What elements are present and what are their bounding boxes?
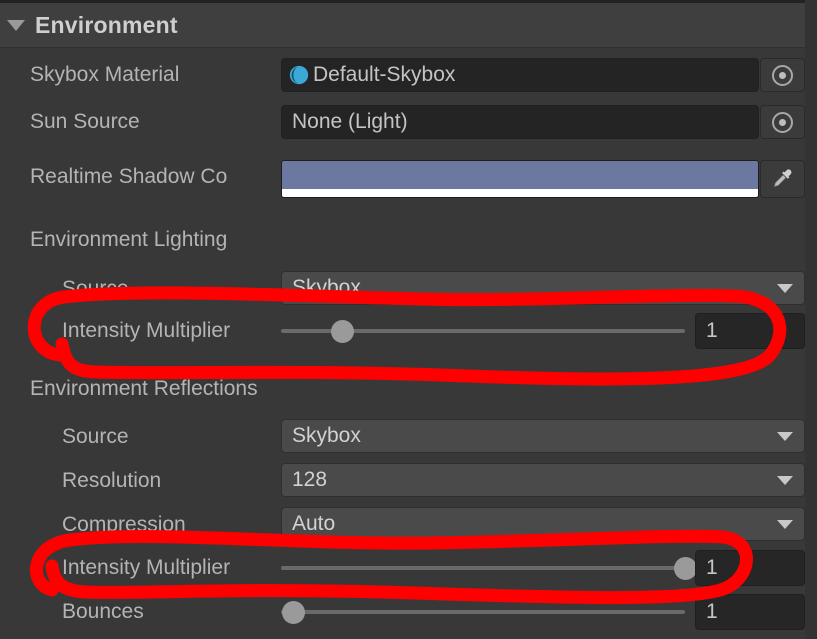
- env-lighting-intensity-number-field[interactable]: 1: [695, 313, 805, 349]
- label-env-lighting-intensity-multiplier: Intensity Multiplier: [62, 319, 231, 342]
- env-reflections-source-dropdown[interactable]: Skybox: [281, 419, 805, 453]
- label-sun-source: Sun Source: [30, 110, 140, 133]
- env-reflections-bounces-value: 1: [706, 600, 718, 623]
- page-title: Environment: [35, 11, 178, 38]
- sun-source-picker-button[interactable]: [760, 105, 805, 139]
- env-reflections-intensity-value: 1: [706, 556, 718, 579]
- env-lighting-intensity-value: 1: [706, 319, 718, 342]
- label-realtime-shadow-color: Realtime Shadow Co: [30, 165, 228, 188]
- color-swatch-alpha-bar: [282, 189, 758, 197]
- env-reflections-bounces-slider[interactable]: [281, 593, 685, 631]
- label-env-reflections-intensity-multiplier: Intensity Multiplier: [62, 556, 231, 579]
- env-lighting-source-dropdown[interactable]: Skybox: [281, 271, 805, 305]
- label-env-reflections-compression: Compression: [62, 513, 186, 536]
- label-env-lighting-source: Source: [62, 277, 129, 300]
- label-env-reflections-bounces: Bounces: [62, 600, 144, 623]
- triangle-down-icon[interactable]: [7, 19, 25, 31]
- slider-track[interactable]: [281, 610, 685, 614]
- sun-source-value: None (Light): [292, 110, 408, 133]
- chevron-down-icon: [777, 519, 793, 529]
- label-env-reflections-resolution: Resolution: [62, 469, 162, 492]
- chevron-down-icon: [777, 283, 793, 293]
- env-reflections-compression-dropdown[interactable]: Auto: [281, 507, 805, 541]
- env-reflections-compression-value: Auto: [292, 512, 336, 535]
- realtime-shadow-color-eyedropper-button[interactable]: [760, 160, 805, 198]
- skybox-material-value: Default-Skybox: [313, 63, 456, 86]
- circle-select-icon: [772, 64, 793, 86]
- panel-right-gutter: [805, 0, 817, 639]
- env-reflections-source-value: Skybox: [292, 424, 361, 447]
- color-swatch-main: [282, 161, 758, 189]
- env-lighting-intensity-slider[interactable]: [281, 312, 685, 350]
- section-label-environment-reflections: Environment Reflections: [30, 377, 258, 400]
- realtime-shadow-color-swatch[interactable]: [281, 160, 759, 198]
- section-label-environment-lighting: Environment Lighting: [30, 228, 228, 251]
- chevron-down-icon: [777, 431, 793, 441]
- skybox-material-field[interactable]: Default-Skybox: [281, 58, 759, 92]
- env-reflections-intensity-number-field[interactable]: 1: [695, 550, 805, 586]
- slider-track[interactable]: [281, 566, 685, 570]
- env-reflections-intensity-slider[interactable]: [281, 549, 697, 587]
- label-env-reflections-source: Source: [62, 425, 129, 448]
- chevron-down-icon: [777, 475, 793, 485]
- env-lighting-source-value: Skybox: [292, 276, 361, 299]
- eyedropper-icon: [773, 169, 791, 188]
- sun-source-field[interactable]: None (Light): [281, 105, 759, 139]
- circle-select-icon: [772, 111, 793, 133]
- material-sphere-icon: [289, 65, 309, 85]
- label-skybox-material: Skybox Material: [30, 63, 180, 86]
- env-reflections-bounces-number-field[interactable]: 1: [695, 594, 805, 630]
- slider-handle[interactable]: [674, 557, 697, 580]
- environment-section-header[interactable]: Environment: [0, 0, 805, 48]
- slider-handle[interactable]: [330, 320, 354, 343]
- environment-lighting-panel: Environment Skybox Material Default-Skyb…: [0, 0, 817, 639]
- env-reflections-resolution-value: 128: [292, 468, 328, 491]
- env-reflections-resolution-dropdown[interactable]: 128: [281, 463, 805, 497]
- slider-handle[interactable]: [282, 601, 306, 624]
- skybox-material-picker-button[interactable]: [760, 58, 805, 92]
